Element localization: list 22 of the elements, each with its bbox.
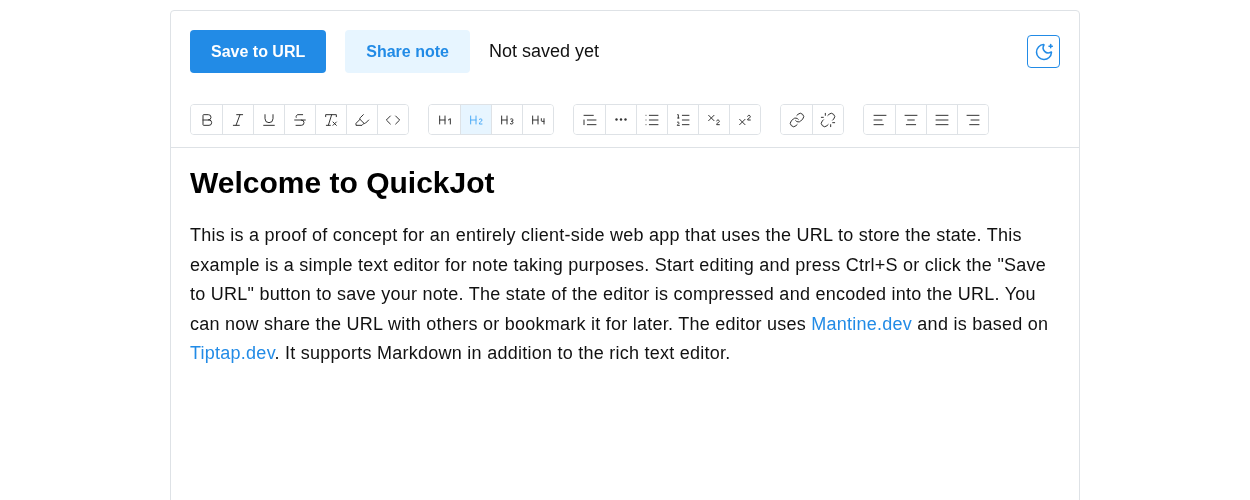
save-button[interactable]: Save to URL [190,30,327,73]
highlighter-icon [354,111,370,128]
text-link[interactable]: Mantine.dev [811,313,913,334]
numbered-list-icon [675,111,691,128]
save-status: Not saved yet [488,41,599,62]
strikethrough-icon [292,111,308,128]
clear-format-icon [323,111,339,128]
document-title: Welcome to QuickJot [190,166,496,200]
link-icon [788,111,805,128]
toolbar-button[interactable] [812,105,843,134]
toolbar-button[interactable] [729,105,760,134]
underline-icon [261,111,277,128]
theme-toggle-button[interactable] [1027,35,1060,68]
share-button[interactable]: Share note [345,30,470,73]
dots-icon [615,118,627,121]
document-paragraph: This is a proof of concept for an entirely client-side web app that uses the URL to store the state. This example is a simple text editor for note taking purposes. Start editing and press Ctrl+S or click the "Save to URL" button to save your note. The state of the editor is compressed and encoded into the URL. You can now share the URL with others or bookmark it for later. The editor uses Mantine.dev and is based on Tiptap.dev. It supports Markdown in addition to the rich text editor. [190,224,1050,365]
toolbar-button[interactable] [957,105,988,134]
toolbar-button[interactable] [522,105,553,134]
italic-icon [230,111,246,128]
moon-icon [1033,41,1054,62]
unlink-icon [820,111,836,128]
text-link[interactable]: Tiptap.dev [190,343,275,363]
